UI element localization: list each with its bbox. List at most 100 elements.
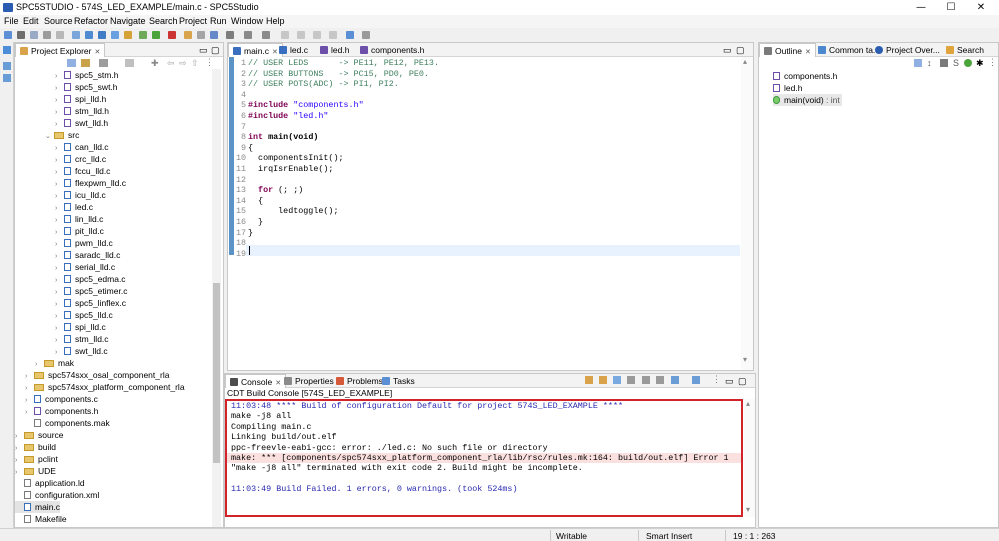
next-annotation-icon[interactable] xyxy=(244,31,252,39)
tree-item-makefile[interactable]: Makefile xyxy=(15,513,67,525)
forward-nav-icon[interactable]: ⇨ xyxy=(179,58,187,69)
tree-scrollbar[interactable] xyxy=(212,69,221,527)
tree-item-crc-lld-c[interactable]: › crc_lld.c xyxy=(55,153,106,165)
tree-item-pwm-lld-c[interactable]: › pwm_lld.c xyxy=(55,237,113,249)
tab-search[interactable]: Search xyxy=(942,43,988,57)
forward-icon[interactable] xyxy=(297,31,305,39)
minimize-view-icon[interactable]: ▭ xyxy=(199,45,208,56)
minimize-view-icon[interactable]: ▭ xyxy=(725,376,734,387)
menu-run[interactable]: Run xyxy=(210,16,227,26)
scroll-down-icon[interactable]: ▾ xyxy=(743,355,747,364)
view-menu-icon[interactable]: ⋮ xyxy=(712,374,721,385)
tab-project-overview[interactable]: Project Over... xyxy=(871,43,944,57)
tree-item-source[interactable]: › source xyxy=(15,429,64,441)
sort-icon[interactable]: ↕ xyxy=(927,58,932,68)
link-editor-icon[interactable] xyxy=(81,59,90,67)
run-icon[interactable] xyxy=(152,31,160,39)
tree-item-mak[interactable]: › mak xyxy=(35,357,74,369)
tree-item-spc5-etimer-c[interactable]: › spc5_etimer.c xyxy=(55,285,127,297)
display-console-icon[interactable] xyxy=(671,376,679,384)
tab-console[interactable]: Console ✕ xyxy=(225,374,287,388)
tree-item-fccu-lld-c[interactable]: › fccu_lld.c xyxy=(55,165,110,177)
menu-source[interactable]: Source xyxy=(44,16,73,26)
tree-item-configuration-xml[interactable]: configuration.xml xyxy=(15,489,99,501)
tree-item-can-lld-c[interactable]: › can_lld.c xyxy=(55,141,109,153)
code-area[interactable]: 1// USER LEDS -> PE11, PE12, PE13. 2// US… xyxy=(234,58,739,370)
menu-search[interactable]: Search xyxy=(149,16,178,26)
tab-project-explorer[interactable]: Project Explorer ✕ xyxy=(15,43,106,57)
hide-static-icon[interactable]: S xyxy=(953,58,959,68)
tree-item-stm-lld-h[interactable]: › stm_lld.h xyxy=(55,105,109,117)
perspective-icon[interactable] xyxy=(346,31,354,39)
prev-annotation-icon[interactable] xyxy=(262,31,270,39)
task-icon[interactable] xyxy=(210,31,218,39)
spc5-icon[interactable] xyxy=(98,31,106,39)
tool-icon[interactable] xyxy=(124,31,132,39)
print-icon[interactable] xyxy=(43,31,51,39)
tree-item-components-c[interactable]: › components.c xyxy=(25,393,98,405)
build-icon[interactable] xyxy=(56,31,64,39)
view-menu-icon[interactable]: ⋮ xyxy=(988,57,997,68)
close-button[interactable]: ✕ xyxy=(966,1,996,14)
filter-icon[interactable] xyxy=(99,59,108,67)
tree-item-swt-lld-c[interactable]: › swt_lld.c xyxy=(55,345,108,357)
tree-item-flexpwm-lld-c[interactable]: › flexpwm_lld.c xyxy=(55,177,126,189)
minimize-view-icon[interactable]: ▭ xyxy=(723,45,732,56)
annotation-icon[interactable] xyxy=(226,31,234,39)
open-folder-icon[interactable] xyxy=(184,31,192,39)
back-icon[interactable] xyxy=(281,31,289,39)
console-scrollbar[interactable]: ▴ ▾ xyxy=(744,399,755,517)
add-icon[interactable]: ✚ xyxy=(151,58,159,69)
outline-item-led-h[interactable]: led.h xyxy=(773,82,802,94)
tree-item-spc5-stm-h[interactable]: › spc5_stm.h xyxy=(55,69,118,81)
menu-project[interactable]: Project xyxy=(179,16,207,26)
tab-led-c[interactable]: led.c xyxy=(275,43,312,57)
view-icon[interactable] xyxy=(3,62,11,70)
editor-scrollbar[interactable]: ▴ ▾ xyxy=(741,57,753,370)
tree-item-src[interactable]: ⌄ src xyxy=(45,129,79,141)
tree-item-icu-lld-c[interactable]: › icu_lld.c xyxy=(55,189,106,201)
search-icon[interactable] xyxy=(362,31,370,39)
explorer-tool-icon[interactable] xyxy=(125,59,134,67)
word-wrap-icon[interactable] xyxy=(656,376,664,384)
outline-item-main[interactable]: main(void) : int xyxy=(773,94,842,106)
search-tool-icon[interactable] xyxy=(72,31,80,39)
tree-item-pclint[interactable]: › pclint xyxy=(15,453,58,465)
tree-item-stm-lld-c[interactable]: › stm_lld.c xyxy=(55,333,109,345)
console-action-icon[interactable] xyxy=(585,376,593,384)
tree-item-saradc-lld-c[interactable]: › saradc_lld.c xyxy=(55,249,120,261)
hide-fields-icon[interactable] xyxy=(940,59,948,67)
view-menu-icon[interactable]: ⋮ xyxy=(205,57,214,68)
back-nav-icon[interactable]: ⇦ xyxy=(167,58,175,69)
maximize-view-icon[interactable]: ▢ xyxy=(738,376,747,387)
close-icon[interactable]: ✕ xyxy=(94,49,100,56)
open-console-icon[interactable] xyxy=(692,376,700,384)
external-tool-icon[interactable] xyxy=(168,31,176,39)
tree-item-main-c[interactable]: main.c xyxy=(15,501,61,513)
tab-properties[interactable]: Properties xyxy=(280,374,338,388)
generate-icon[interactable] xyxy=(111,31,119,39)
minimize-button[interactable]: — xyxy=(906,1,936,14)
tree-item-build[interactable]: › build xyxy=(15,441,56,453)
tab-led-h[interactable]: led.h xyxy=(316,43,353,57)
close-icon[interactable]: ✕ xyxy=(805,49,811,56)
save-icon[interactable] xyxy=(17,31,25,39)
new-icon[interactable] xyxy=(4,31,12,39)
view-icon-2[interactable] xyxy=(3,74,11,82)
collapse-icon[interactable] xyxy=(914,59,922,67)
menu-edit[interactable]: Edit xyxy=(23,16,39,26)
scroll-up-icon[interactable]: ▴ xyxy=(746,399,750,408)
tree-item-spi-lld-h[interactable]: › spi_lld.h xyxy=(55,93,106,105)
outline-item-components-h[interactable]: components.h xyxy=(773,70,837,82)
tree-item-application-ld[interactable]: application.ld xyxy=(15,477,85,489)
scroll-up-icon[interactable]: ▴ xyxy=(743,57,747,66)
tree-item-components-mak[interactable]: components.mak xyxy=(25,417,110,429)
refresh-icon[interactable] xyxy=(85,31,93,39)
console-output[interactable]: 11:03:48 **** Build of configuration Def… xyxy=(225,399,743,517)
tree-item-components-h[interactable]: › components.h xyxy=(25,405,98,417)
scroll-down-icon[interactable]: ▾ xyxy=(746,505,750,514)
tree-item-led-c[interactable]: › led.c xyxy=(55,201,93,213)
tree-item-ude[interactable]: › UDE xyxy=(15,465,56,477)
tab-components-h[interactable]: components.h xyxy=(356,43,428,57)
maximize-view-icon[interactable]: ▢ xyxy=(736,45,745,56)
